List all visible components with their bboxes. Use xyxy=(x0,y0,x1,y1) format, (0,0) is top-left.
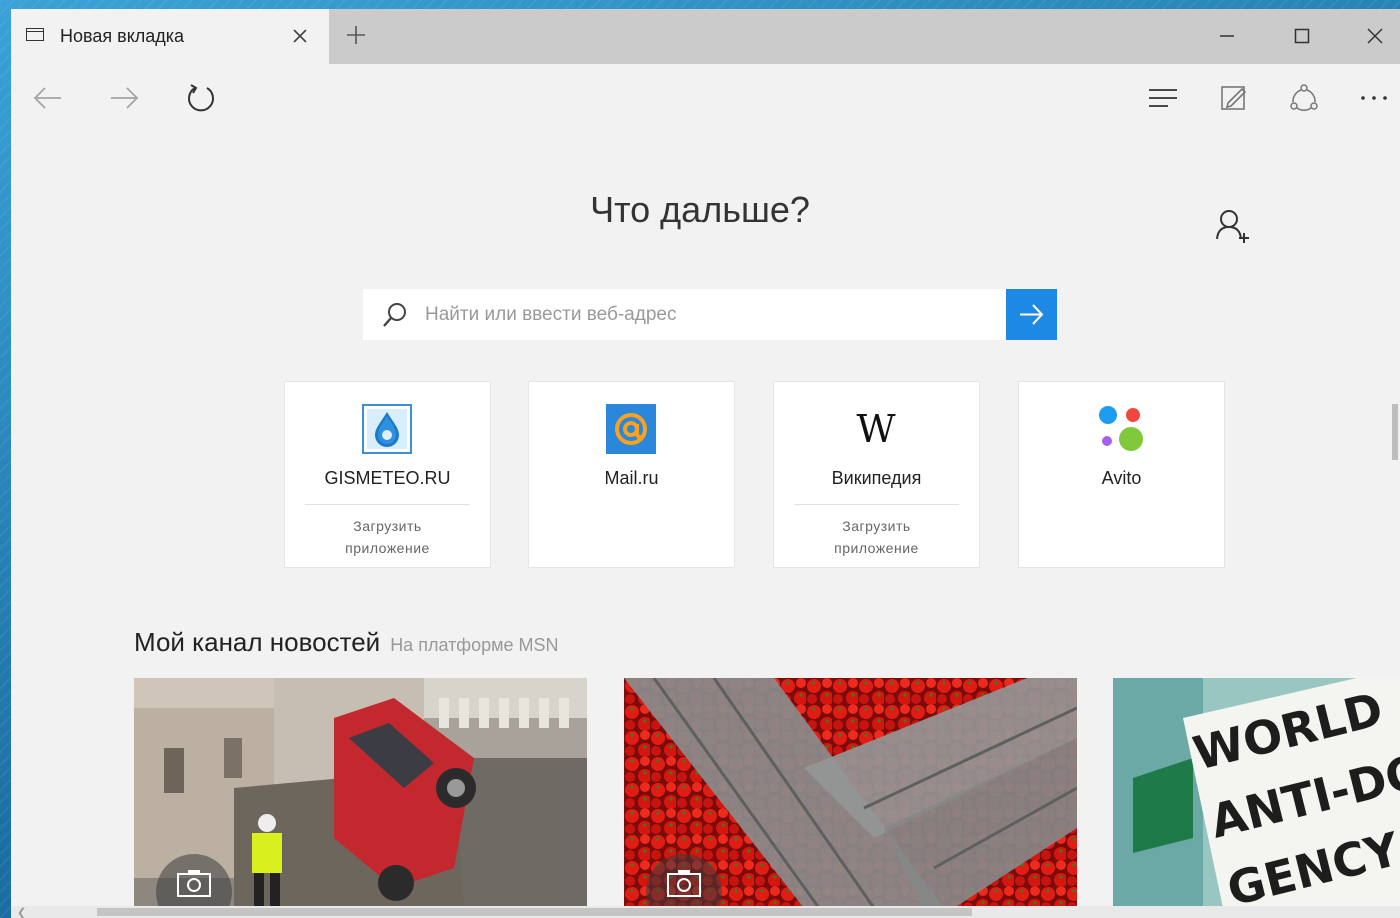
browser-window: Новая вкладка Что дальше? Найти или ввес… xyxy=(11,9,1400,918)
tile-name: Mail.ru xyxy=(604,468,659,488)
vertical-scroll-thumb[interactable] xyxy=(1392,404,1398,460)
news-feed-source[interactable]: На платформе MSN xyxy=(390,635,558,655)
minimize-icon[interactable] xyxy=(1217,26,1237,46)
refresh-icon[interactable] xyxy=(184,81,218,115)
horizontal-scroll-thumb[interactable] xyxy=(97,908,972,916)
forward-arrow-icon[interactable] xyxy=(107,81,141,115)
new-tab-icon[interactable] xyxy=(345,24,367,46)
tile-divider xyxy=(794,504,959,505)
search-input[interactable] xyxy=(425,289,995,340)
camera-icon xyxy=(177,870,211,897)
wikipedia-icon: W xyxy=(856,407,895,451)
scroll-left-icon[interactable]: ❮ xyxy=(17,906,26,918)
camera-icon xyxy=(667,870,701,897)
top-site-tile-avito[interactable]: Avito xyxy=(1019,382,1224,567)
news-photo-anti-doping-sign: WORLD ANTI-DOPI GENCY xyxy=(1113,678,1400,908)
news-card[interactable] xyxy=(624,678,1077,908)
top-site-tile-mailru[interactable]: Mail.ru xyxy=(529,382,734,567)
vertical-scrollbar[interactable] xyxy=(1390,354,1400,914)
navigation-bar xyxy=(11,64,1400,128)
search-go-button[interactable] xyxy=(1006,289,1057,340)
more-options-icon[interactable] xyxy=(1357,81,1391,115)
tab-title: Новая вкладка xyxy=(60,26,185,46)
search-box xyxy=(363,289,1006,340)
tile-download-app-link[interactable]: Загрузить приложение xyxy=(774,515,979,559)
tile-download-app-link[interactable]: Загрузить приложение xyxy=(285,515,490,559)
tile-divider xyxy=(305,504,470,505)
horizontal-scrollbar[interactable]: ❮ xyxy=(11,906,1400,918)
add-profile-icon[interactable] xyxy=(1211,205,1255,249)
close-tab-icon[interactable] xyxy=(291,27,309,45)
back-arrow-icon[interactable] xyxy=(31,81,65,115)
svg-text:W: W xyxy=(856,407,895,451)
page-title: Что дальше? xyxy=(590,189,810,230)
top-site-tile-wikipedia[interactable]: W Википедия Загрузить приложение xyxy=(774,382,979,567)
maximize-icon[interactable] xyxy=(1292,26,1312,46)
avito-icon xyxy=(1099,406,1143,451)
mailru-icon xyxy=(606,404,656,454)
web-note-icon[interactable] xyxy=(1217,81,1251,115)
news-card[interactable] xyxy=(134,678,587,908)
tile-name: GISMETEO.RU xyxy=(324,468,451,488)
news-feed-title: Мой канал новостей xyxy=(134,627,381,657)
news-card[interactable]: WORLD ANTI-DOPI GENCY xyxy=(1113,678,1400,908)
tab-bar: Новая вкладка xyxy=(11,9,1400,64)
hub-icon[interactable] xyxy=(1146,81,1180,115)
tab-page-icon xyxy=(26,28,44,41)
news-feed-heading: Мой канал новостей На платформе MSN xyxy=(134,627,559,658)
gismeteo-icon xyxy=(362,404,412,454)
tab-new-tab[interactable]: Новая вкладка xyxy=(11,9,329,64)
top-site-tile-gismeteo[interactable]: GISMETEO.RU Загрузить приложение xyxy=(285,382,490,567)
tile-name: Avito xyxy=(1101,468,1142,488)
arrow-right-icon xyxy=(1020,304,1044,325)
share-icon[interactable] xyxy=(1287,81,1321,115)
close-window-icon[interactable] xyxy=(1365,26,1385,46)
search-icon xyxy=(383,303,406,327)
tile-name: Википедия xyxy=(831,468,922,488)
